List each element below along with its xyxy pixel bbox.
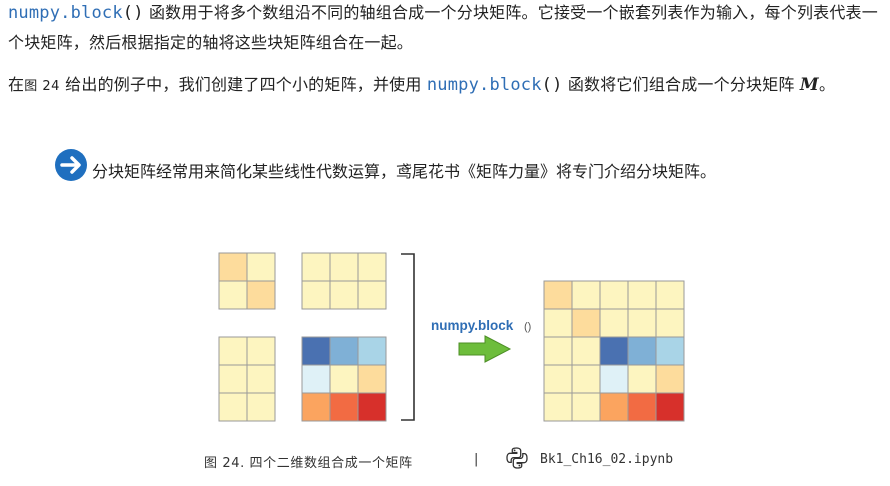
matrix-cell <box>571 336 601 366</box>
matrix-cell <box>627 364 657 394</box>
matrix-cell <box>329 252 359 282</box>
matrix-cell <box>301 364 331 394</box>
matrix-cell <box>627 308 657 338</box>
matrix-cell <box>599 364 629 394</box>
matrix-cell <box>627 392 657 422</box>
matrix-cell <box>543 364 573 394</box>
matrix-cell <box>627 280 657 310</box>
matrix-cell <box>655 308 685 338</box>
matrix-cell <box>218 280 248 310</box>
block-c <box>218 336 276 422</box>
matrix-cell <box>357 280 387 310</box>
matrix-cell <box>218 336 248 366</box>
matrix-cell <box>599 392 629 422</box>
matrix-cell <box>329 392 359 422</box>
green-arrow-icon <box>458 335 512 363</box>
block-b <box>301 252 387 310</box>
block-d <box>301 336 387 422</box>
matrix-cell <box>599 336 629 366</box>
matrix-cell <box>246 364 276 394</box>
matrix-cell <box>543 308 573 338</box>
matrix-cell <box>301 280 331 310</box>
block-a <box>218 252 276 310</box>
matrix-cell <box>357 392 387 422</box>
block-matrix-figure: numpy.block () <box>218 252 685 422</box>
matrix-cell <box>543 280 573 310</box>
matrix-cell <box>571 308 601 338</box>
matrix-cell <box>218 392 248 422</box>
arrow-label-paren: () <box>524 321 531 333</box>
caption-label: 图 24. 四个二维数组合成一个矩阵 <box>204 456 413 471</box>
matrix-cell <box>246 392 276 422</box>
matrix-cell <box>329 336 359 366</box>
matrix-cell <box>357 364 387 394</box>
matrix-cell <box>599 308 629 338</box>
right-bracket <box>401 253 415 421</box>
matrix-cell <box>246 252 276 282</box>
combined-matrix <box>543 280 685 422</box>
matrix-cell <box>571 364 601 394</box>
matrix-cell <box>329 280 359 310</box>
caption-separator: | <box>474 452 479 467</box>
matrix-cell <box>218 364 248 394</box>
matrix-cell <box>357 252 387 282</box>
matrix-cell <box>301 336 331 366</box>
matrix-cell <box>627 336 657 366</box>
matrix-cell <box>571 280 601 310</box>
matrix-cell <box>543 392 573 422</box>
matrix-cell <box>599 280 629 310</box>
matrix-cell <box>655 336 685 366</box>
matrix-cell <box>218 252 248 282</box>
matrix-cell <box>655 392 685 422</box>
notebook-filename-link[interactable]: Bk1_Ch16_02.ipynb <box>540 452 673 467</box>
matrix-cell <box>301 392 331 422</box>
matrix-cell <box>357 336 387 366</box>
matrix-cell <box>655 364 685 394</box>
matrix-cell <box>655 280 685 310</box>
matrix-cell <box>246 336 276 366</box>
arrow-label: numpy.block <box>431 318 514 333</box>
matrix-cell <box>246 280 276 310</box>
matrix-cell <box>543 336 573 366</box>
python-icon <box>505 446 529 474</box>
matrix-cell <box>301 252 331 282</box>
matrix-cell <box>329 364 359 394</box>
matrix-cell <box>571 392 601 422</box>
